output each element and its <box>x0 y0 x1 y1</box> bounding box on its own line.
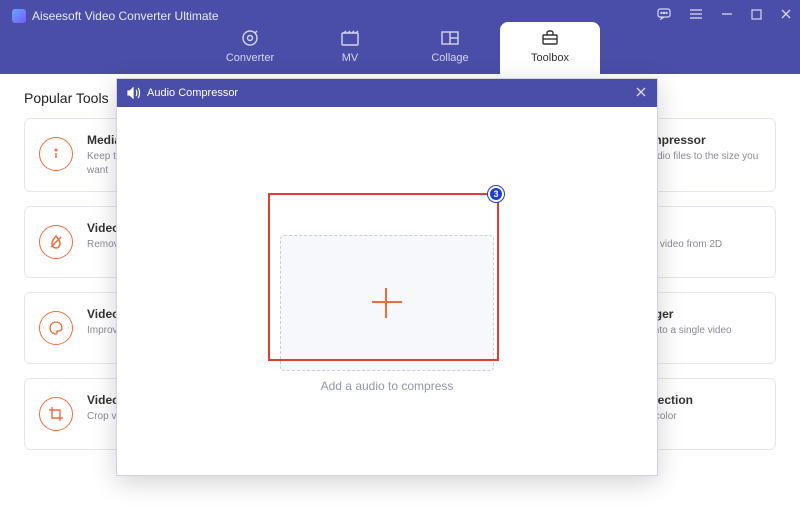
toolbox-icon <box>500 28 600 48</box>
app-title: Aiseesoft Video Converter Ultimate <box>12 9 219 23</box>
mv-icon <box>300 28 400 48</box>
dropzone-label: Add a audio to compress <box>321 379 454 393</box>
annotation-badge: 3 <box>488 186 504 202</box>
tab-converter[interactable]: Converter <box>200 22 300 74</box>
feedback-icon[interactable] <box>657 8 671 20</box>
dialog-close-button[interactable] <box>635 85 647 101</box>
info-icon <box>39 137 73 171</box>
crop-icon <box>39 397 73 431</box>
tab-label: MV <box>342 52 359 64</box>
tab-mv[interactable]: MV <box>300 22 400 74</box>
audio-compressor-dialog: Audio Compressor Add a audio to compress <box>116 78 658 476</box>
plus-icon <box>372 288 402 318</box>
speaker-icon <box>127 87 141 99</box>
add-audio-dropzone[interactable] <box>280 235 494 371</box>
close-button[interactable] <box>780 8 792 20</box>
app-title-text: Aiseesoft Video Converter Ultimate <box>32 9 219 23</box>
converter-icon <box>200 28 300 48</box>
tab-toolbox[interactable]: Toolbox <box>500 22 600 74</box>
menu-icon[interactable] <box>689 8 703 20</box>
tab-label: Toolbox <box>531 52 569 64</box>
maximize-button[interactable] <box>751 9 762 20</box>
minimize-button[interactable] <box>721 8 733 20</box>
tab-label: Converter <box>226 52 274 64</box>
droplet-icon <box>39 225 73 259</box>
app-logo-icon <box>12 9 26 23</box>
palette-icon <box>39 311 73 345</box>
dialog-title: Audio Compressor <box>147 87 238 99</box>
collage-icon <box>400 28 500 48</box>
tab-label: Collage <box>431 52 468 64</box>
tab-collage[interactable]: Collage <box>400 22 500 74</box>
